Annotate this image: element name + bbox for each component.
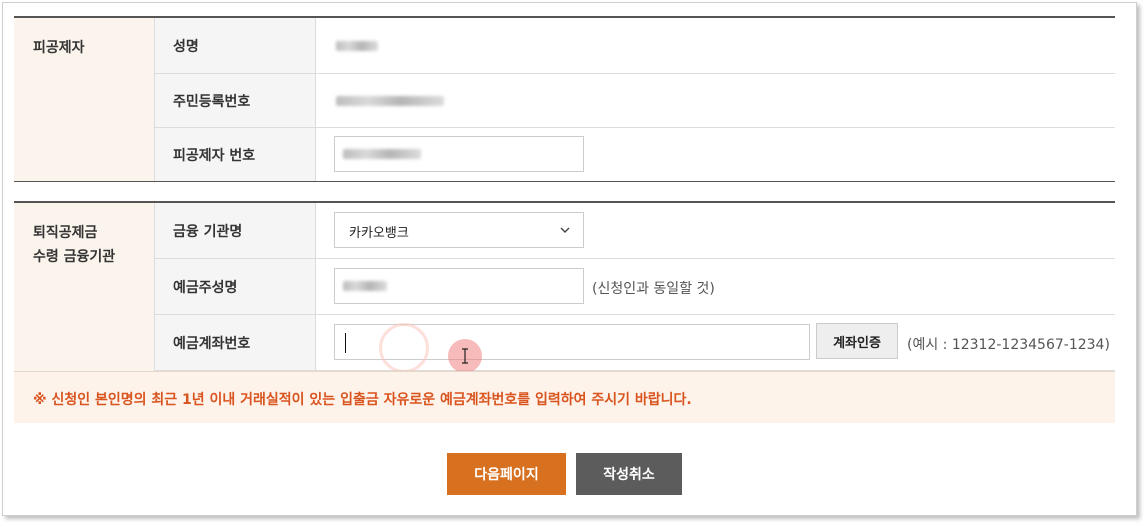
- deductee-number-label: 피공제자 번호: [173, 147, 256, 164]
- account-holder-input[interactable]: [334, 267, 584, 304]
- rrn-value-redacted: [336, 95, 444, 106]
- bank-name-row: 금융 기관명 카카오뱅크: [155, 203, 1115, 259]
- deductee-number-input[interactable]: [334, 135, 584, 172]
- rrn-row: 주민등록번호: [155, 74, 1115, 128]
- account-holder-hint: (신청인과 동일할 것): [592, 280, 715, 297]
- account-number-row: 예금계좌번호 계좌인증 (예시 : 12312-1234567-1234): [155, 315, 1115, 373]
- bank-select-value: 카카오뱅크: [349, 225, 409, 241]
- notice-text: ※ 신청인 본인명의 최근 1년 이내 거래실적이 있는 입출금 자유로운 예금…: [33, 392, 692, 408]
- account-verify-button[interactable]: 계좌인증: [816, 323, 898, 359]
- cancel-button[interactable]: 작성취소: [576, 453, 682, 495]
- account-holder-redacted: [343, 280, 387, 291]
- bank-name-label: 금융 기관명: [173, 223, 243, 240]
- bank-section: 퇴직공제금 수령 금융기관 금융 기관명 카카오뱅크 예금주성명 (신청인과 동…: [14, 201, 1115, 423]
- text-cursor-icon: [462, 347, 468, 364]
- rrn-label: 주민등록번호: [173, 93, 251, 110]
- name-row: 성명: [155, 18, 1115, 74]
- account-holder-label: 예금주성명: [173, 279, 238, 296]
- name-label: 성명: [173, 38, 199, 55]
- chevron-down-icon: [560, 227, 570, 233]
- bank-select[interactable]: 카카오뱅크: [334, 211, 584, 248]
- text-caret: [345, 332, 346, 353]
- deductee-category-cell: 피공제자: [14, 18, 155, 181]
- bank-category-label: 퇴직공제금 수령 금융기관: [33, 225, 116, 265]
- account-number-label: 예금계좌번호: [173, 335, 251, 352]
- bank-category-cell: 퇴직공제금 수령 금융기관: [14, 203, 155, 371]
- deductee-number-row: 피공제자 번호: [155, 128, 1115, 181]
- deductee-category-label: 피공제자: [33, 40, 85, 56]
- name-value-redacted: [336, 40, 378, 51]
- account-number-input[interactable]: [334, 322, 810, 373]
- click-ripple: [379, 322, 429, 373]
- deductee-section: 피공제자 성명 주민등록번호 피공제자 번호: [14, 16, 1115, 182]
- account-example-hint: (예시 : 12312-1234567-1234): [907, 336, 1110, 353]
- account-holder-row: 예금주성명 (신청인과 동일할 것): [155, 259, 1115, 315]
- notice-bar: ※ 신청인 본인명의 최근 1년 이내 거래실적이 있는 입출금 자유로운 예금…: [14, 371, 1115, 423]
- deductee-number-redacted: [343, 148, 421, 159]
- next-page-button[interactable]: 다음페이지: [447, 453, 566, 495]
